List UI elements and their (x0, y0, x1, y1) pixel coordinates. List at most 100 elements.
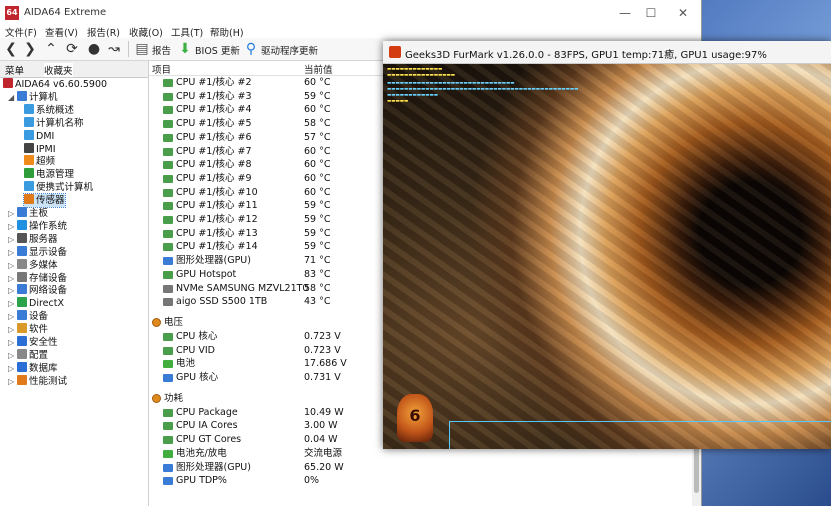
tree-item[interactable]: IPMI (24, 142, 56, 156)
tree-item[interactable]: 传感器 (23, 193, 66, 209)
menu-file[interactable]: 文件(F) (5, 25, 37, 39)
sensor-name: CPU 核心 (176, 330, 218, 342)
expand-arrow-icon[interactable]: ▷ (8, 297, 17, 310)
tree-item[interactable]: 电源管理 (24, 168, 74, 181)
column-header-item[interactable]: 项目 (152, 62, 171, 76)
furmark-badge: 6 (397, 394, 433, 442)
aida64-logo: 64 (5, 6, 19, 20)
expand-arrow-icon[interactable]: ▷ (8, 207, 17, 220)
cpu-sensor-icon (163, 408, 173, 417)
expand-arrow-icon[interactable]: ▷ (8, 310, 17, 323)
table-row[interactable]: 图形处理器(GPU) 65.20 W (149, 461, 693, 475)
expand-arrow-icon[interactable]: ▷ (8, 323, 17, 336)
tree-item[interactable]: ▷ 操作系统 (8, 219, 68, 233)
menu-tools[interactable]: 工具(T) (171, 25, 203, 39)
tree-item[interactable]: 便携式计算机 (24, 181, 93, 194)
sensor-value: 58 °C (304, 282, 331, 294)
sensor-value: 58 °C (304, 118, 331, 130)
tree-item[interactable]: 系统概述 (24, 103, 74, 117)
expand-arrow-icon[interactable]: ▷ (8, 233, 17, 246)
sensor-value: 60 °C (304, 172, 331, 184)
tree-item[interactable]: DMI (24, 129, 54, 143)
tree-item[interactable]: ▷ 主板 (8, 207, 48, 220)
expand-arrow-icon[interactable]: ▷ (8, 220, 17, 233)
tree-item[interactable]: ▷ 数据库 (8, 361, 58, 375)
toolbar-separator (128, 41, 129, 57)
expand-arrow-icon[interactable]: ▷ (8, 259, 17, 272)
cpu-sensor-icon (163, 188, 173, 197)
download-arrow-icon[interactable]: ⬇ (177, 41, 193, 57)
report-icon[interactable]: ▤ (134, 41, 150, 57)
sensor-value: 43 °C (304, 296, 331, 308)
sensor-value: 59 °C (304, 200, 331, 212)
cpu-sensor-icon (163, 120, 173, 129)
expand-arrow-icon[interactable]: ▷ (8, 284, 17, 297)
tree-item[interactable]: ▷ 网络设备 (8, 284, 67, 297)
bios-update-button[interactable]: BIOS 更新 (195, 43, 240, 57)
minimize-button[interactable]: — (614, 4, 636, 22)
tab-favorites[interactable]: 收藏夹 (44, 63, 73, 77)
tree-item[interactable]: ▷ 软件 (8, 323, 48, 336)
up-icon[interactable]: ⌃ (43, 41, 59, 57)
cpu-sensor-icon (163, 243, 173, 252)
gpu-sensor-icon (163, 477, 173, 486)
table-row[interactable]: GPU TDP% 0% (149, 474, 693, 488)
tree-item-icon (24, 155, 34, 166)
expand-arrow-icon[interactable]: ▷ (8, 375, 17, 388)
sensor-name: GPU TDP% (176, 475, 227, 487)
report-button[interactable]: 报告 (152, 43, 171, 57)
tree-item[interactable]: ▷ 性能测试 (8, 374, 67, 388)
tab-menu[interactable]: 菜单 (5, 63, 24, 77)
tree-item[interactable]: AIDA64 v6.60.5900 (3, 78, 107, 91)
menu-favorites[interactable]: 收藏(O) (129, 25, 163, 39)
tree-item-label: IPMI (36, 143, 56, 155)
tree-item[interactable]: ▷ 安全性 (8, 336, 58, 349)
tree-item-icon (17, 336, 27, 346)
tree-item[interactable]: ▷ 服务器 (8, 232, 58, 246)
tree-item[interactable]: ▷ 配置 (8, 348, 48, 362)
sensor-name: CPU #1/核心 #13 (176, 227, 258, 239)
tree-item[interactable]: ◢ 计算机 (8, 90, 58, 104)
tree-item-label: 传感器 (36, 195, 65, 207)
tree-item-icon (17, 310, 27, 321)
tree-item-icon (17, 245, 27, 256)
tree-item[interactable]: ▷ 存储设备 (8, 271, 68, 285)
sensor-name: CPU GT Cores (176, 434, 242, 446)
title-bar: 64 AIDA64 Extreme — ☐ ✕ (0, 0, 701, 26)
tree-item-label: 操作系统 (29, 220, 68, 232)
back-icon[interactable]: ❮ (3, 41, 19, 57)
tree-item-icon (24, 142, 34, 153)
sensor-name: CPU #1/核心 #8 (176, 159, 252, 171)
menu-help[interactable]: 帮助(H) (210, 25, 244, 39)
driver-update-button[interactable]: 驱动程序更新 (261, 43, 318, 57)
tree-item-label: 存储设备 (29, 272, 68, 284)
expand-arrow-icon[interactable]: ▷ (8, 336, 17, 349)
tree-item[interactable]: ▷ 设备 (8, 310, 48, 323)
tree-item-label: 显示设备 (29, 246, 68, 258)
refresh-icon[interactable]: ⟳ (64, 41, 80, 57)
search-icon[interactable]: ⚲ (243, 41, 259, 57)
tree-item[interactable]: ▷ DirectX (8, 297, 64, 310)
menu-report[interactable]: 报告(R) (87, 25, 120, 39)
tree-item-icon (3, 78, 13, 88)
tree-item[interactable]: ▷ 显示设备 (8, 245, 68, 259)
expand-arrow-icon[interactable]: ▷ (8, 246, 17, 259)
sensor-name: CPU #1/核心 #6 (176, 131, 252, 143)
tree-item[interactable]: 超频 (24, 155, 55, 168)
cpu-sensor-icon (163, 147, 173, 156)
user-icon[interactable]: ● (86, 41, 102, 57)
column-header-value[interactable]: 当前值 (304, 62, 333, 76)
sensor-value: 57 °C (304, 131, 331, 143)
close-button[interactable]: ✕ (672, 4, 694, 22)
maximize-button[interactable]: ☐ (640, 4, 662, 22)
expand-arrow-icon[interactable]: ▷ (8, 362, 17, 375)
forward-icon[interactable]: ❯ (22, 41, 38, 57)
tree-item[interactable]: 计算机名称 (24, 116, 84, 130)
collapse-arrow-icon[interactable]: ◢ (8, 91, 17, 104)
chart-icon[interactable]: ↝ (106, 41, 122, 57)
sensor-value: 60 °C (304, 186, 331, 198)
expand-arrow-icon[interactable]: ▷ (8, 272, 17, 285)
tree-item[interactable]: ▷ 多媒体 (8, 258, 58, 272)
menu-view[interactable]: 查看(V) (45, 25, 78, 39)
expand-arrow-icon[interactable]: ▷ (8, 349, 17, 362)
